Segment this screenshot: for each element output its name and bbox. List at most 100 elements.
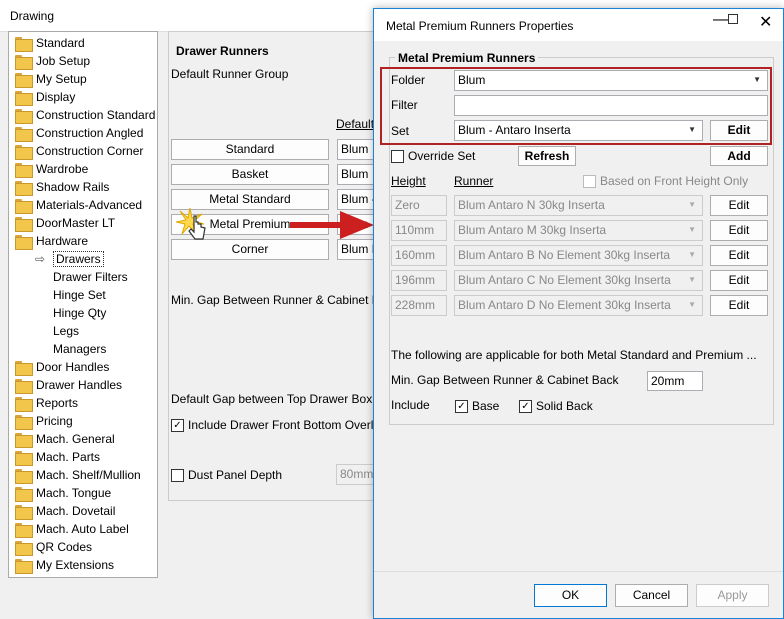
tree-item[interactable]: Drawer Filters xyxy=(35,268,128,286)
override-set-checkbox[interactable]: Override Set xyxy=(391,149,475,163)
tree-item[interactable]: My Extensions xyxy=(14,556,114,574)
height-input-4[interactable]: 228mm xyxy=(391,295,447,316)
arrow-right-icon: ⇨ xyxy=(35,252,46,266)
runner-combo-3[interactable]: Blum Antaro C No Element 30kg Inserta ▼ xyxy=(454,270,703,291)
folder-icon xyxy=(14,162,33,178)
tree-item[interactable]: Hardware xyxy=(14,232,88,250)
panel-title: Drawer Runners xyxy=(176,44,269,58)
chevron-down-icon: ▼ xyxy=(688,300,696,309)
basket-runner-combo[interactable]: Blum xyxy=(337,164,377,185)
filter-input[interactable] xyxy=(454,95,768,116)
basket-runner-button[interactable]: Basket xyxy=(171,164,329,185)
tree-item[interactable]: Job Setup xyxy=(14,52,90,70)
folder-icon xyxy=(14,468,33,484)
default-runner-group-label: Default Runner Group xyxy=(171,67,289,81)
tree-item[interactable]: Pricing xyxy=(14,412,73,430)
runner-combo-4[interactable]: Blum Antaro D No Element 30kg Inserta ▼ xyxy=(454,295,703,316)
tree-item[interactable]: Hinge Set xyxy=(35,286,106,304)
settings-tree[interactable]: Standard Job Setup My Setup Display Construc… xyxy=(8,31,158,578)
folder-icon xyxy=(14,72,33,88)
tree-item[interactable]: Wardrobe xyxy=(14,160,88,178)
tree-item[interactable]: Mach. General xyxy=(14,430,115,448)
refresh-button[interactable]: Refresh xyxy=(518,146,576,166)
tree-item-label: My Setup xyxy=(36,72,87,86)
height-input-2[interactable]: 160mm xyxy=(391,245,447,266)
metal-standard-runner-button[interactable]: Metal Standard xyxy=(171,189,329,210)
tree-item[interactable]: My Setup xyxy=(14,70,87,88)
base-checkbox[interactable]: ✓ Base xyxy=(455,399,499,413)
tree-item[interactable]: Display xyxy=(14,88,75,106)
set-edit-button[interactable]: Edit xyxy=(710,120,768,141)
runner-value-4: Blum Antaro D No Element 30kg Inserta xyxy=(458,298,671,312)
height-input-3[interactable]: 196mm xyxy=(391,270,447,291)
runner-combo-0[interactable]: Blum Antaro N 30kg Inserta ▼ xyxy=(454,195,703,216)
tree-item-label: Door Handles xyxy=(36,360,110,374)
tree-item[interactable]: Construction Corner xyxy=(14,142,143,160)
chevron-down-icon: ▼ xyxy=(688,225,696,234)
folder-value: Blum xyxy=(458,73,486,87)
tree-item[interactable]: QR Codes xyxy=(14,538,92,556)
tree-item-label: Drawer Filters xyxy=(53,270,128,284)
tree-item[interactable]: Mach. Shelf/Mullion xyxy=(14,466,141,484)
runner-combo-2[interactable]: Blum Antaro B No Element 30kg Inserta ▼ xyxy=(454,245,703,266)
height-input-0[interactable]: Zero xyxy=(391,195,447,216)
row-edit-button-3[interactable]: Edit xyxy=(710,270,768,291)
runner-combo-1[interactable]: Blum Antaro M 30kg Inserta ▼ xyxy=(454,220,703,241)
mouse-pointer-icon xyxy=(188,214,208,242)
tree-item[interactable]: Door Handles xyxy=(14,358,109,376)
based-on-front-checkbox[interactable]: Based on Front Height Only xyxy=(583,174,748,188)
tree-item-label: Hardware xyxy=(36,234,89,248)
folder-icon xyxy=(14,90,33,106)
base-check: ✓ xyxy=(455,399,468,413)
runner-header: Runner xyxy=(454,174,494,188)
runner-value-3: Blum Antaro C No Element 30kg Inserta xyxy=(458,273,671,287)
row-edit-button-2[interactable]: Edit xyxy=(710,245,768,266)
tree-item[interactable]: Mach. Dovetail xyxy=(14,502,115,520)
folder-icon xyxy=(14,216,33,232)
corner-runner-button[interactable]: Corner xyxy=(171,239,329,260)
dust-panel-checkbox[interactable]: Dust Panel Depth xyxy=(171,468,282,482)
add-button[interactable]: Add xyxy=(710,146,768,166)
tree-item[interactable]: Construction Standard xyxy=(14,106,155,124)
tree-item[interactable]: Mach. Tongue xyxy=(14,484,111,502)
tree-item[interactable]: Managers xyxy=(35,340,106,358)
tree-item[interactable]: ⇨ Drawers xyxy=(35,250,104,268)
tree-item[interactable]: DoorMaster LT xyxy=(14,214,115,232)
dust-panel-input[interactable]: 80mm xyxy=(336,464,376,485)
row-edit-button-0[interactable]: Edit xyxy=(710,195,768,216)
apply-button[interactable]: Apply xyxy=(696,584,769,607)
set-label: Set xyxy=(391,124,410,138)
tree-item[interactable]: Hinge Qty xyxy=(35,304,106,322)
standard-runner-combo[interactable]: Blum xyxy=(337,139,377,160)
set-combo[interactable]: Blum - Antaro Inserta ▼ xyxy=(454,120,703,141)
folder-combo[interactable]: Blum ▼ xyxy=(454,70,768,91)
tree-item[interactable]: Legs xyxy=(35,322,79,340)
cancel-button[interactable]: Cancel xyxy=(615,584,688,607)
tree-item[interactable]: Drawer Handles xyxy=(14,376,122,394)
corner-runner-combo[interactable]: Blum In xyxy=(337,239,377,260)
standard-runner-button[interactable]: Standard xyxy=(171,139,329,160)
solid-back-checkbox[interactable]: ✓ Solid Back xyxy=(519,399,593,413)
folder-icon xyxy=(14,486,33,502)
row-edit-button-4[interactable]: Edit xyxy=(710,295,768,316)
solid-back-label: Solid Back xyxy=(536,399,593,413)
minimize-icon[interactable]: — xyxy=(713,11,729,29)
tree-item[interactable]: Reports xyxy=(14,394,78,412)
tree-item[interactable]: Materials-Advanced xyxy=(14,196,142,214)
include-overlap-checkbox[interactable]: ✓ Include Drawer Front Bottom Overlap in xyxy=(171,418,399,432)
row-edit-button-1[interactable]: Edit xyxy=(710,220,768,241)
runner-value-1: Blum Antaro M 30kg Inserta xyxy=(458,223,607,237)
dialog-title: Metal Premium Runners Properties xyxy=(386,19,574,33)
group-title: Metal Premium Runners xyxy=(395,51,539,65)
metal-standard-runner-combo[interactable]: Blum - xyxy=(337,189,377,210)
tree-item[interactable]: Standard xyxy=(14,34,85,52)
tree-item[interactable]: Mach. Auto Label xyxy=(14,520,129,538)
tree-item[interactable]: Construction Angled xyxy=(14,124,143,142)
tree-item[interactable]: Mach. Parts xyxy=(14,448,100,466)
height-input-1[interactable]: 110mm xyxy=(391,220,447,241)
close-icon[interactable]: ✕ xyxy=(759,12,772,32)
maximize-icon[interactable] xyxy=(728,14,738,24)
min-gap-input[interactable]: 20mm xyxy=(647,371,703,391)
tree-item[interactable]: Shadow Rails xyxy=(14,178,109,196)
ok-button[interactable]: OK xyxy=(534,584,607,607)
